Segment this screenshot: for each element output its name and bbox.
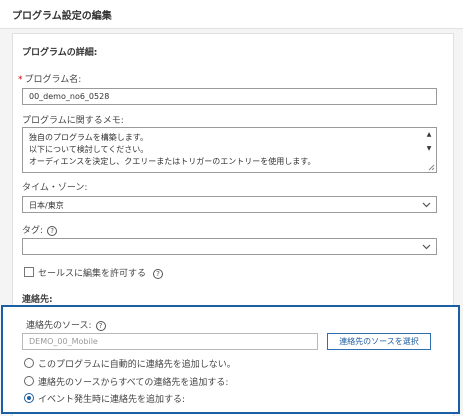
tags-label-text: タグ: — [22, 226, 44, 236]
timezone-label: タイム・ゾーン: — [22, 183, 88, 193]
memo-line: 以下について検討してください。 — [29, 145, 149, 154]
required-mark: * — [18, 75, 23, 85]
select-contact-source-button[interactable]: 連絡先のソースを選択 — [327, 333, 431, 350]
memo-textarea[interactable]: 独自のプログラムを構築します。 以下について検討してください。 オーディエンスを… — [22, 127, 437, 173]
sales-edit-label-text: セールスに編集を許可する — [38, 269, 147, 279]
radio-no-auto-add[interactable] — [24, 358, 34, 368]
program-name-label: * プログラム名: — [18, 72, 81, 85]
contact-source-input: DEMO_00_Mobile — [22, 333, 318, 350]
contact-source-label-text: 連絡先のソース: — [26, 321, 92, 331]
timezone-select[interactable]: 日本/東京 — [22, 196, 437, 213]
sales-edit-checkbox[interactable] — [24, 267, 34, 277]
help-icon[interactable]: ? — [47, 225, 58, 236]
radio-add-all-from-source[interactable] — [24, 376, 34, 386]
program-name-label-text: プログラム名: — [24, 75, 82, 85]
radio-add-all-from-source-label: 連絡先のソースからすべての連絡先を追加する: — [38, 378, 229, 388]
sales-edit-label: セールスに編集を許可する? — [38, 266, 164, 279]
timezone-value: 日本/東京 — [29, 201, 64, 210]
tags-label: タグ:? — [22, 223, 58, 236]
contact-source-label: 連絡先のソース:? — [26, 318, 106, 331]
dialog-header: プログラム設定の編集 — [0, 0, 463, 29]
memo-line: 独自のプログラムを構築します。 — [29, 133, 148, 142]
scroll-up-icon[interactable]: ▲ — [425, 131, 433, 139]
help-icon[interactable]: ? — [153, 268, 164, 279]
memo-label: プログラムに関するメモ: — [22, 116, 124, 126]
chevron-down-icon — [422, 244, 431, 250]
help-icon[interactable]: ? — [95, 320, 106, 331]
scroll-down-icon[interactable]: ▼ — [425, 145, 433, 153]
resize-handle-icon[interactable] — [427, 163, 435, 171]
tags-select[interactable] — [22, 238, 437, 255]
radio-add-on-event[interactable] — [24, 393, 34, 403]
program-name-input[interactable]: 00_demo_no6_0528 — [22, 88, 437, 105]
details-section-title: プログラムの詳細: — [22, 48, 98, 58]
radio-no-auto-add-label: このプログラムに自動的に連絡先を追加しない。 — [38, 360, 236, 370]
dialog-title: プログラム設定の編集 — [12, 11, 112, 22]
contacts-section-title: 連絡先: — [22, 295, 53, 305]
chevron-down-icon — [422, 202, 431, 208]
radio-add-on-event-label: イベント発生時に連絡先を追加する: — [38, 395, 186, 405]
memo-line: オーディエンスを決定し、クエリーまたはトリガーのエントリーを使用します。 — [29, 157, 316, 166]
